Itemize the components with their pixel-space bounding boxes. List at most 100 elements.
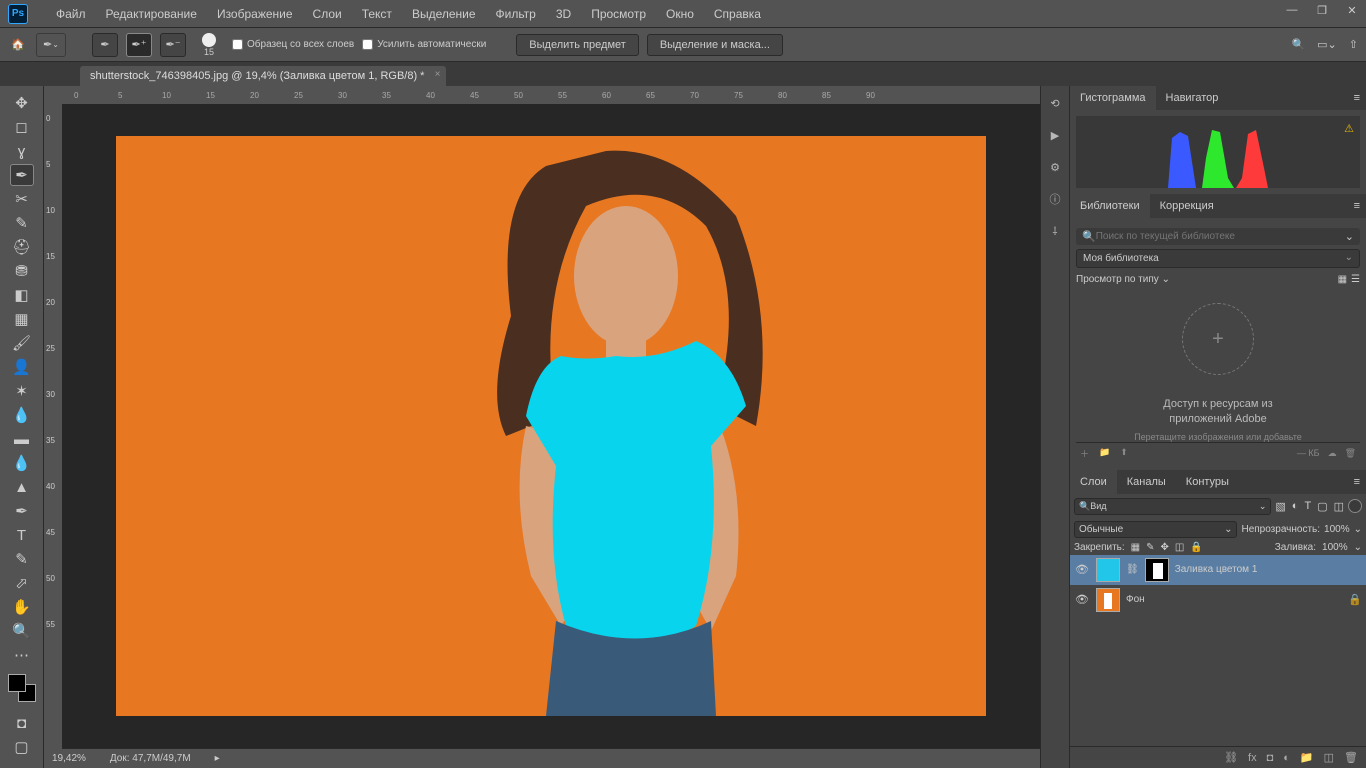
search-icon[interactable]: 🔍 xyxy=(1291,38,1305,51)
menu-layers[interactable]: Слои xyxy=(303,7,352,21)
sync-icon[interactable]: ☁ xyxy=(1328,448,1337,459)
filter-shape-icon[interactable]: ▢ xyxy=(1317,500,1327,513)
edit-toolbar-icon[interactable]: ⋯ xyxy=(10,644,34,666)
crop-tool[interactable]: ✂ xyxy=(10,188,34,210)
add-item-icon[interactable]: ＋ xyxy=(1080,447,1089,460)
delete-layer-icon[interactable]: 🗑 xyxy=(1344,751,1358,764)
window-restore-icon[interactable]: ❐ xyxy=(1316,4,1328,17)
layer-name[interactable]: Фон xyxy=(1126,594,1145,605)
canvas-viewport[interactable] xyxy=(62,104,1040,748)
status-arrow-icon[interactable]: ▸ xyxy=(215,753,220,764)
grid-view-icon[interactable]: ▦ xyxy=(1338,274,1347,285)
properties-panel-icon[interactable]: ⚙ xyxy=(1046,158,1064,176)
actions-panel-icon[interactable]: ▶ xyxy=(1046,126,1064,144)
path-selection-tool[interactable]: ✎ xyxy=(10,548,34,570)
sample-all-layers-checkbox[interactable]: Образец со всех слоев xyxy=(232,39,354,50)
library-search-input[interactable] xyxy=(1096,231,1345,242)
tab-channels[interactable]: Каналы xyxy=(1117,470,1176,494)
brush-size-selector[interactable]: 15 xyxy=(202,33,216,57)
link-layers-icon[interactable]: ⛓ xyxy=(1224,751,1238,764)
type-tool[interactable]: T xyxy=(10,524,34,546)
upload-icon[interactable]: ⬆ xyxy=(1120,447,1128,460)
gradient-tool[interactable]: ▦ xyxy=(10,308,34,330)
layer-mask-icon[interactable]: ◘ xyxy=(1267,752,1274,764)
menu-text[interactable]: Текст xyxy=(352,7,402,21)
chevron-down-icon[interactable]: ⌄ xyxy=(1354,524,1362,535)
list-view-icon[interactable]: ☰ xyxy=(1351,274,1360,285)
filter-adjust-icon[interactable]: ◐ xyxy=(1292,500,1299,513)
brush-tool[interactable]: 🖌 xyxy=(10,332,34,354)
menu-select[interactable]: Выделение xyxy=(402,7,486,21)
layer-row-color-fill[interactable]: 👁 ⛓ Заливка цветом 1 xyxy=(1070,555,1366,585)
menu-file[interactable]: Файл xyxy=(46,7,96,21)
menu-help[interactable]: Справка xyxy=(704,7,771,21)
move-tool[interactable]: ✥ xyxy=(10,92,34,114)
auto-enhance-checkbox[interactable]: Усилить автоматически xyxy=(362,39,486,50)
healing-brush-tool[interactable]: ⛑ xyxy=(10,236,34,258)
lasso-tool[interactable]: ɣ xyxy=(10,140,34,162)
quick-selection-tool[interactable]: ✒ xyxy=(10,164,34,186)
color-swatches[interactable] xyxy=(8,674,36,702)
panel-menu-icon[interactable]: ≡ xyxy=(1348,200,1366,212)
quick-mask-icon[interactable]: ◘ xyxy=(10,712,34,734)
menu-filter[interactable]: Фильтр xyxy=(486,7,546,21)
visibility-toggle-icon[interactable]: 👁 xyxy=(1074,563,1090,576)
select-and-mask-button[interactable]: Выделение и маска... xyxy=(647,34,783,56)
menu-window[interactable]: Окно xyxy=(656,7,704,21)
pen-tool[interactable]: ✒ xyxy=(10,500,34,522)
window-close-icon[interactable]: ✕ xyxy=(1346,4,1358,17)
share-icon[interactable]: ⇧ xyxy=(1349,38,1358,51)
layer-row-background[interactable]: 👁 Фон 🔒 xyxy=(1070,585,1366,615)
trash-icon[interactable]: 🗑 xyxy=(1345,448,1356,459)
fill-value[interactable]: 100% xyxy=(1322,542,1348,553)
menu-image[interactable]: Изображение xyxy=(207,7,303,21)
lock-brush-icon[interactable]: ✎ xyxy=(1146,542,1154,553)
document-canvas[interactable] xyxy=(116,136,986,716)
direct-selection-tool[interactable]: ⬀ xyxy=(10,572,34,594)
menu-view[interactable]: Просмотр xyxy=(581,7,656,21)
add-selection-button[interactable]: ✒⁺ xyxy=(126,33,152,57)
tab-adjustments[interactable]: Коррекция xyxy=(1150,194,1224,218)
library-search[interactable]: 🔍 ⌄ xyxy=(1076,228,1360,245)
info-panel-icon[interactable]: ⓘ xyxy=(1046,190,1064,208)
menu-edit[interactable]: Редактирование xyxy=(96,7,207,21)
window-minimize-icon[interactable]: — xyxy=(1286,4,1298,17)
document-tab[interactable]: shutterstock_746398405.jpg @ 19,4% (Зали… xyxy=(80,66,446,86)
blend-mode-select[interactable]: Обычные xyxy=(1074,521,1237,538)
filter-type-icon[interactable]: T xyxy=(1304,500,1311,513)
new-folder-icon[interactable]: 📁 xyxy=(1099,447,1110,460)
filter-image-icon[interactable]: ▧ xyxy=(1275,500,1285,513)
lock-pixels-icon[interactable]: ▦ xyxy=(1131,542,1140,553)
library-view-label[interactable]: Просмотр по типу ⌄ xyxy=(1076,274,1170,285)
filter-toggle-icon[interactable] xyxy=(1348,499,1362,513)
visibility-toggle-icon[interactable]: 👁 xyxy=(1074,593,1090,606)
select-subject-button[interactable]: Выделить предмет xyxy=(516,34,639,56)
marquee-tool[interactable]: ◻ xyxy=(10,116,34,138)
eraser-tool[interactable]: ◧ xyxy=(10,284,34,306)
tab-layers[interactable]: Слои xyxy=(1070,470,1117,494)
lock-all-icon[interactable]: 🔒 xyxy=(1190,542,1202,553)
lock-artboard-icon[interactable]: ◫ xyxy=(1175,542,1184,553)
chevron-down-icon[interactable]: ⌄ xyxy=(1345,230,1354,243)
layer-thumbnail[interactable] xyxy=(1096,558,1120,582)
chevron-down-icon[interactable]: ⌄ xyxy=(1354,542,1362,553)
history-panel-icon[interactable]: ⟲ xyxy=(1046,94,1064,112)
tab-histogram[interactable]: Гистограмма xyxy=(1070,86,1156,110)
warning-icon[interactable]: ⚠ xyxy=(1344,122,1354,135)
filter-smart-icon[interactable]: ◫ xyxy=(1334,500,1344,513)
foreground-color-swatch[interactable] xyxy=(8,674,26,692)
history-brush-tool[interactable]: 👤 xyxy=(10,356,34,378)
layer-name[interactable]: Заливка цветом 1 xyxy=(1175,564,1258,575)
drop-tool[interactable]: 💧 xyxy=(10,452,34,474)
lock-icon[interactable]: 🔒 xyxy=(1348,593,1362,606)
tab-libraries[interactable]: Библиотеки xyxy=(1070,194,1150,218)
mask-thumbnail[interactable] xyxy=(1145,558,1169,582)
hand-tool[interactable]: ✋ xyxy=(10,596,34,618)
clone-stamp-tool[interactable]: ⛃ xyxy=(10,260,34,282)
triangle-tool[interactable]: ▲ xyxy=(10,476,34,498)
close-tab-icon[interactable]: × xyxy=(435,69,441,80)
tab-paths[interactable]: Контуры xyxy=(1176,470,1239,494)
zoom-level[interactable]: 19,42% xyxy=(52,753,86,764)
layer-thumbnail[interactable] xyxy=(1096,588,1120,612)
screen-mode-icon[interactable]: ▢ xyxy=(10,736,34,758)
